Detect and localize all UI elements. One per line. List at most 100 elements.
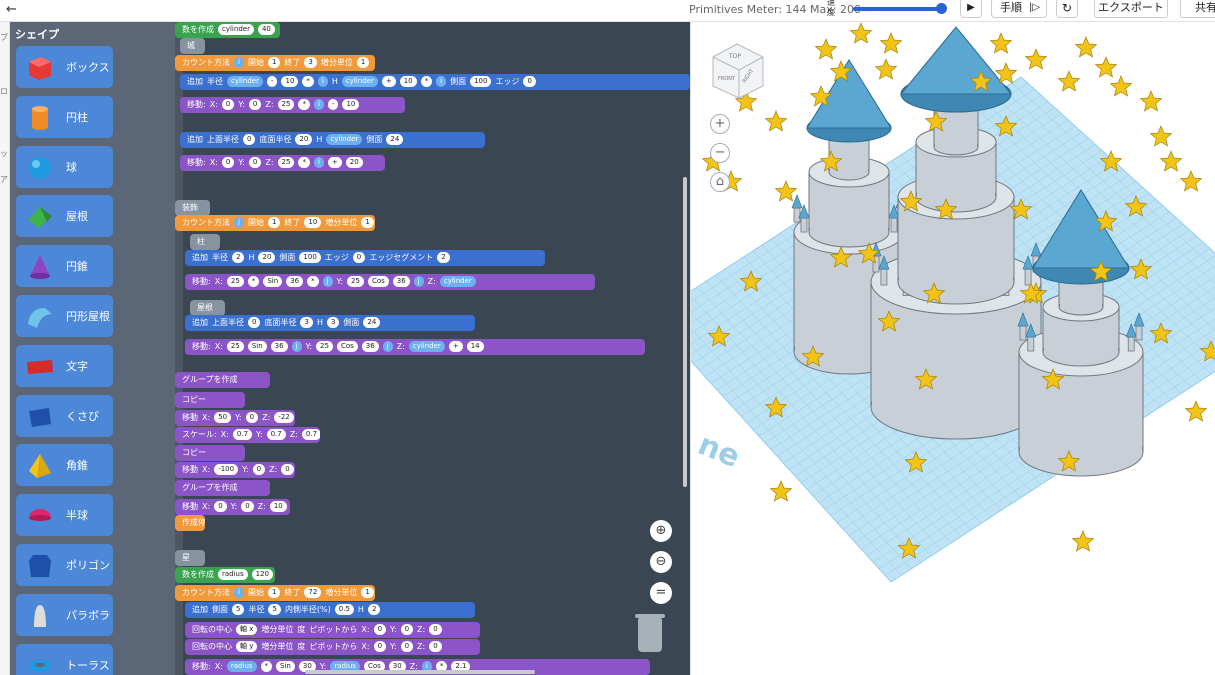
- block-value-field[interactable]: -22: [274, 412, 294, 423]
- block-value-field[interactable]: 0: [429, 624, 442, 635]
- create-group-block[interactable]: グループを作成: [175, 372, 270, 388]
- block-variable-field[interactable]: i: [234, 587, 244, 598]
- block-variable-field[interactable]: i: [317, 76, 328, 87]
- block-value-field[interactable]: +: [448, 341, 463, 352]
- block-value-field[interactable]: *: [298, 157, 310, 168]
- block-workspace[interactable]: 数を作成 cylinder 40 城カウント方法 i 開始 1 終了 3 増分単位 1 追加 半径 cyl…: [175, 22, 690, 675]
- shape-button-pyramid[interactable]: 角錐: [16, 444, 113, 487]
- copy-block[interactable]: コピー: [175, 445, 245, 461]
- move-block[interactable]: 移動 X: 0 Y: 0 Z: 10: [175, 499, 290, 515]
- block-value-field[interactable]: 0: [373, 624, 387, 635]
- move-block[interactable]: 移動 X: -100 Y: 0 Z: 0: [175, 462, 295, 478]
- shape-button-cone[interactable]: 円錐: [16, 245, 113, 288]
- count-loop-block[interactable]: カウント方法 i 開始 1 終了 72 増分単位 1: [175, 585, 375, 601]
- back-arrow-icon[interactable]: ←: [6, 2, 17, 17]
- recenter-icon[interactable]: =: [650, 582, 672, 604]
- category-char[interactable]: ブ: [0, 32, 8, 43]
- speed-slider-thumb[interactable]: [936, 3, 947, 14]
- block-value-field[interactable]: radius: [218, 569, 248, 580]
- block-value-field[interactable]: 36: [361, 341, 379, 352]
- comment-block[interactable]: 屋根: [190, 300, 225, 316]
- speed-slider-track[interactable]: [853, 7, 943, 11]
- move-block[interactable]: 移動: X: 0 Y: 0 Z: 25 * i +20: [180, 155, 385, 171]
- reset-button[interactable]: ↻: [1056, 0, 1078, 18]
- block-value-field[interactable]: 0.5: [334, 604, 354, 615]
- viewport-home-icon[interactable]: ⌂: [710, 172, 730, 192]
- category-char[interactable]: ロ: [0, 86, 8, 97]
- trash-icon[interactable]: [635, 614, 665, 652]
- block-value-field[interactable]: *: [420, 76, 433, 87]
- block-value-field[interactable]: *: [298, 99, 310, 110]
- block-value-field[interactable]: 10: [399, 76, 417, 87]
- block-value-field[interactable]: 20: [345, 157, 363, 168]
- add-cone-block[interactable]: 追加 上面半径 0 底面半径 3 H 3 側面 24: [185, 315, 475, 331]
- copy-block[interactable]: コピー: [175, 392, 245, 408]
- block-value-field[interactable]: 20: [258, 252, 276, 263]
- comment-block[interactable]: 星: [175, 550, 205, 566]
- count-loop-block[interactable]: カウント方法 i 開始 1 終了 3 増分単位 1: [175, 55, 375, 71]
- shape-button-text[interactable]: 文字: [16, 344, 113, 387]
- block-value-field[interactable]: 24: [386, 134, 404, 145]
- block-value-field[interactable]: 20: [295, 134, 313, 145]
- block-value-field[interactable]: 100: [299, 252, 321, 263]
- block-value-field[interactable]: 120: [251, 569, 274, 580]
- block-value-field[interactable]: Sin: [276, 661, 295, 672]
- add-star-block[interactable]: 追加 側面 5 半径 5 内側半径(%) 0.5 H 2: [185, 602, 475, 618]
- block-value-field[interactable]: 2: [232, 252, 245, 263]
- block-value-field[interactable]: 36: [270, 341, 288, 352]
- block-value-field[interactable]: 0: [429, 641, 442, 652]
- block-value-field[interactable]: 10: [342, 99, 360, 110]
- block-value-field[interactable]: 1: [267, 217, 281, 228]
- viewport-zoom-in-icon[interactable]: +: [710, 114, 730, 134]
- comment-block[interactable]: 城: [180, 38, 205, 54]
- block-value-field[interactable]: 0: [373, 641, 387, 652]
- block-value-field[interactable]: *: [247, 276, 260, 287]
- block-value-field[interactable]: 0.7: [232, 429, 253, 440]
- shape-button-cylinder[interactable]: 円柱: [16, 95, 113, 138]
- block-variable-field[interactable]: j: [382, 341, 393, 352]
- shape-button-wedge[interactable]: くさび: [16, 394, 113, 437]
- block-value-field[interactable]: 5: [268, 604, 281, 615]
- block-value-field[interactable]: 0: [281, 464, 294, 475]
- block-value-field[interactable]: 25: [316, 341, 333, 352]
- variable-block[interactable]: 数を作成 cylinder 40: [175, 22, 280, 38]
- block-value-field[interactable]: 0: [214, 501, 227, 512]
- workspace-horizontal-scrollbar[interactable]: [305, 670, 535, 674]
- block-value-field[interactable]: 1: [356, 57, 370, 68]
- block-value-field[interactable]: -: [327, 99, 339, 110]
- block-value-field[interactable]: 10: [304, 217, 322, 228]
- block-value-field[interactable]: 0: [248, 157, 262, 168]
- rotate-block[interactable]: 回転の中心軸 x 増分単位度ピボットから X: 0 Y: 0 Z: 0: [185, 622, 480, 638]
- block-variable-field[interactable]: cylinder: [227, 76, 263, 87]
- block-value-field[interactable]: 0: [352, 252, 366, 263]
- block-value-field[interactable]: 25: [226, 341, 244, 352]
- zoom-in-icon[interactable]: ⊕: [650, 520, 672, 542]
- block-variable-field[interactable]: j: [291, 341, 302, 352]
- block-value-field[interactable]: 3: [304, 57, 317, 68]
- block-value-field[interactable]: Sin: [263, 276, 283, 287]
- shape-button-half-sphere[interactable]: 半球: [16, 494, 113, 537]
- comment-block[interactable]: 柱: [190, 234, 220, 250]
- step-button[interactable]: 手順 |▷: [991, 0, 1047, 18]
- block-value-field[interactable]: 25: [347, 276, 364, 287]
- block-value-field[interactable]: Cos: [367, 276, 389, 287]
- block-value-field[interactable]: 0: [523, 76, 536, 87]
- block-value-field[interactable]: Cos: [336, 341, 358, 352]
- category-char[interactable]: ッ: [0, 148, 8, 159]
- block-value-field[interactable]: 40: [257, 24, 275, 35]
- block-value-field[interactable]: Sin: [247, 341, 267, 352]
- block-value-field[interactable]: 36: [392, 276, 410, 287]
- stop-block[interactable]: 作成停止: [175, 515, 205, 531]
- block-variable-field[interactable]: cylinder: [341, 76, 378, 87]
- block-value-field[interactable]: 5: [232, 604, 245, 615]
- block-variable-field[interactable]: radius: [226, 661, 257, 672]
- block-variable-field[interactable]: j: [234, 217, 244, 228]
- block-variable-field[interactable]: i: [313, 157, 324, 168]
- block-value-field[interactable]: 10: [281, 76, 299, 87]
- block-value-field[interactable]: *: [260, 661, 273, 672]
- shape-button-roof[interactable]: 屋根: [16, 195, 113, 238]
- block-value-field[interactable]: 100: [470, 76, 492, 87]
- block-value-field[interactable]: *: [302, 76, 314, 87]
- block-value-field[interactable]: 10: [269, 501, 287, 512]
- rotate-block[interactable]: 回転の中心軸 y 増分単位度ピボットから X: 0 Y: 0 Z: 0: [185, 639, 480, 655]
